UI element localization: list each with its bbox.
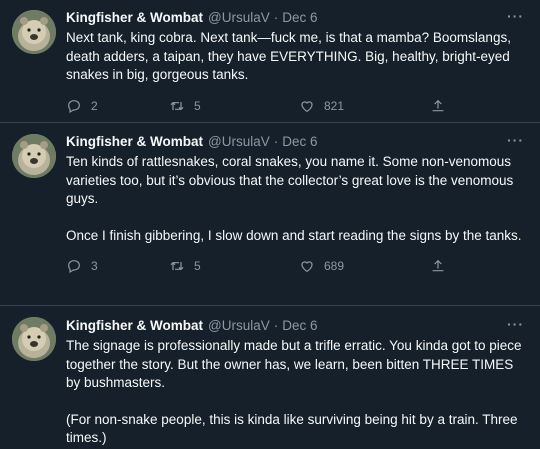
reply-count: 3 [91, 259, 98, 273]
separator: · [273, 134, 279, 149]
avatar[interactable] [12, 317, 56, 361]
retweet-button[interactable]: 5 [169, 98, 299, 114]
share-button[interactable] [430, 258, 446, 274]
tweet-date[interactable]: Dec 6 [282, 9, 317, 27]
wombat-avatar-icon [12, 134, 56, 178]
more-icon[interactable]: ··· [507, 132, 524, 148]
retweet-button[interactable]: 5 [169, 258, 299, 274]
share-icon [432, 99, 444, 111]
more-icon[interactable]: ··· [507, 8, 524, 24]
retweet-icon [170, 261, 184, 271]
tweet-header: Kingfisher & Wombat @UrsulaV · Dec 6 [66, 9, 524, 27]
reply-count: 2 [91, 98, 98, 113]
tweet-paragraph: Once I finish gibbering, I slow down and… [66, 227, 522, 243]
author-name[interactable]: Kingfisher & Wombat [66, 317, 203, 335]
retweet-count: 5 [194, 98, 201, 113]
tweet-paragraph: The signage is professionally made but a… [66, 338, 522, 390]
tweet[interactable]: Kingfisher & Wombat @UrsulaV · Dec 6 ···… [0, 123, 540, 305]
tweet-paragraph: (For non-snake people, this is kinda lik… [66, 411, 518, 446]
tweet-header: Kingfisher & Wombat @UrsulaV · Dec 6 [66, 133, 524, 151]
like-button[interactable]: 821 [299, 98, 430, 114]
heart-icon [301, 100, 313, 112]
wombat-avatar-icon [12, 317, 56, 361]
tweet-paragraph: Ten kinds of rattlesnakes, coral snakes,… [66, 154, 514, 206]
tweet-actions: 2 5 821 [66, 96, 524, 116]
tweet-date[interactable]: Dec 6 [282, 317, 317, 335]
more-icon[interactable]: ··· [507, 316, 524, 332]
tweet-actions: 3 5 689 [66, 256, 524, 276]
author-handle[interactable]: @UrsulaV [208, 317, 270, 335]
tweet[interactable]: Kingfisher & Wombat @UrsulaV · Dec 6 ···… [0, 0, 540, 122]
tweet-date[interactable]: Dec 6 [282, 133, 317, 151]
author-handle[interactable]: @UrsulaV [208, 133, 270, 151]
share-icon [432, 259, 444, 272]
tweet[interactable]: Kingfisher & Wombat @UrsulaV · Dec 6 ···… [0, 306, 540, 449]
like-button[interactable]: 689 [299, 258, 430, 274]
reply-button[interactable]: 2 [66, 98, 169, 114]
tweet-text: The signage is professionally made but a… [66, 337, 528, 448]
separator: · [273, 10, 279, 25]
author-name[interactable]: Kingfisher & Wombat [66, 9, 203, 27]
tweet-text: Ten kinds of rattlesnakes, coral snakes,… [66, 153, 528, 245]
tweet-header: Kingfisher & Wombat @UrsulaV · Dec 6 [66, 317, 524, 335]
share-button[interactable] [430, 98, 446, 114]
like-count: 689 [324, 259, 345, 273]
avatar[interactable] [12, 10, 56, 54]
wombat-avatar-icon [12, 10, 56, 54]
like-count: 821 [324, 98, 345, 113]
author-handle[interactable]: @UrsulaV [208, 9, 270, 27]
tweet-paragraph: Next tank, king cobra. Next tank—fuck me… [66, 30, 511, 82]
retweet-icon [170, 101, 184, 110]
tweet-text: Next tank, king cobra. Next tank—fuck me… [66, 29, 528, 85]
separator: · [273, 318, 279, 333]
reply-icon [68, 99, 80, 113]
reply-button[interactable]: 3 [66, 258, 169, 274]
heart-icon [301, 261, 313, 273]
retweet-count: 5 [194, 259, 201, 273]
reply-icon [68, 260, 80, 274]
author-name[interactable]: Kingfisher & Wombat [66, 133, 203, 151]
avatar[interactable] [12, 134, 56, 178]
